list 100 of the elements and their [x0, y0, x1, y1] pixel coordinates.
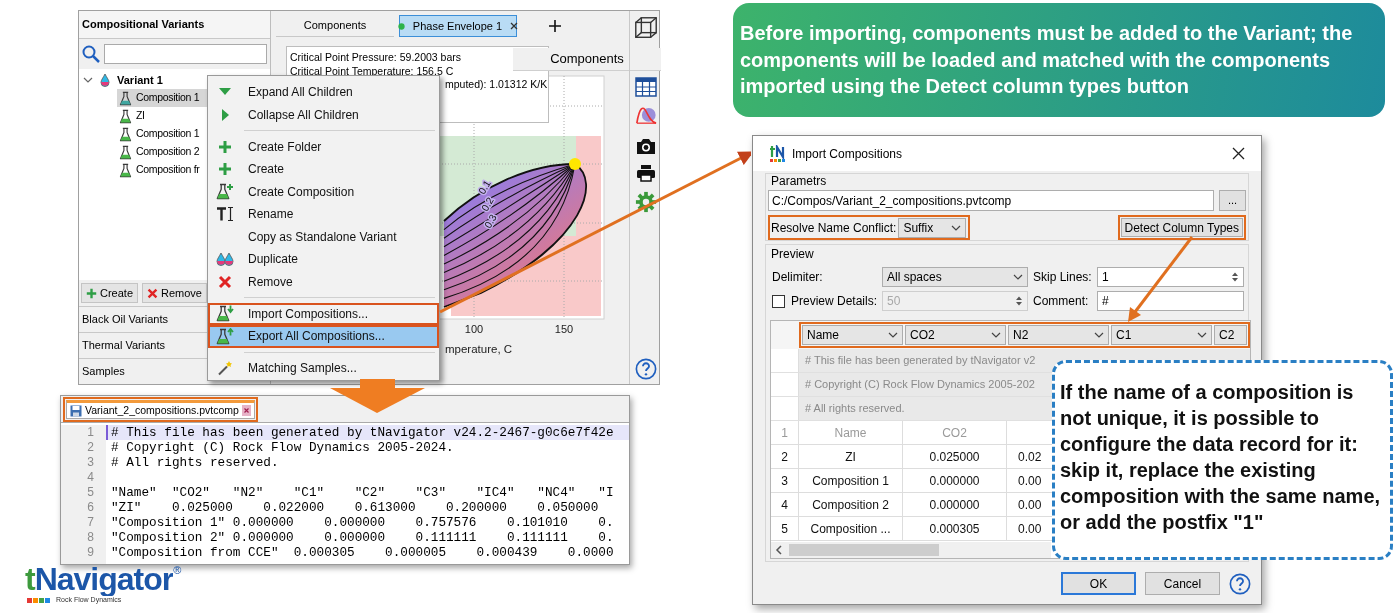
- field-label: Skip Lines:: [1032, 269, 1093, 286]
- code-line: "ZI" 0.025000 0.022000 0.613000 0.200000 0.050000: [110, 500, 600, 515]
- line-number: 6: [61, 500, 106, 515]
- search-icon: [82, 45, 100, 63]
- info-text: mputed): 1.01312 K/K: [445, 78, 548, 92]
- plus-icon: [218, 139, 232, 154]
- contour-label: 0.3: [482, 212, 499, 230]
- line-number: 9: [61, 545, 106, 560]
- column-type-select[interactable]: N2: [1008, 325, 1109, 345]
- color-squares-icon: [27, 597, 51, 603]
- comment-field[interactable]: #: [1097, 291, 1244, 311]
- close-icon: [241, 405, 251, 416]
- dropdown[interactable]: Suffix: [898, 217, 967, 238]
- menu-item[interactable]: Expand All Children: [208, 81, 439, 104]
- callout-banner: Before importing, components must be added to the Variant; the components will be loaded and matched with the components imported using the Detect column types button: [733, 3, 1385, 117]
- dialog-button[interactable]: OK: [1061, 572, 1136, 595]
- line-number: 3: [61, 455, 106, 470]
- table-cell: CO2: [903, 421, 1007, 444]
- line-number: 4: [61, 470, 106, 485]
- scrollbar-thumb[interactable]: [789, 544, 939, 556]
- tree-item[interactable]: Composition 2: [117, 143, 207, 161]
- code-line: # All rights reserved.: [110, 455, 280, 470]
- menu-item[interactable]: Create Composition: [208, 180, 439, 203]
- search-field[interactable]: [104, 44, 267, 64]
- tick-label: 150: [554, 323, 574, 335]
- tree-item[interactable]: Composition fr: [117, 161, 207, 179]
- caret-icon: [951, 224, 962, 231]
- row-number: 3: [771, 469, 799, 492]
- table-icon: [635, 77, 657, 97]
- panel-button[interactable]: Create: [81, 283, 139, 303]
- code-line: "Composition 1" 0.000000 0.000000 0.757576 0.101010 0.: [110, 515, 615, 530]
- flask-arrow-icon: [216, 305, 234, 323]
- menu-item[interactable]: Remove: [208, 270, 439, 293]
- printer-icon: [636, 164, 656, 182]
- checkbox-label: Preview Details:: [791, 293, 878, 310]
- menu-item[interactable]: Import Compositions...: [208, 302, 439, 325]
- code-line: # Copyright (C) Rock Flow Dynamics 2005-2024.: [110, 440, 455, 455]
- scrollbar[interactable]: [771, 542, 1051, 558]
- column-type-select[interactable]: C1: [1111, 325, 1212, 345]
- panel-button[interactable]: Remove: [142, 283, 207, 303]
- floppy-icon: [70, 404, 82, 417]
- dialog-title: Import Compositions: [792, 145, 904, 163]
- menu-item[interactable]: Export All Compositions...: [208, 325, 439, 348]
- drop-icon: [99, 73, 111, 87]
- file-tab[interactable]: Variant_2_compositions.pvtcomp: [66, 400, 255, 419]
- menu-item[interactable]: Duplicate: [208, 248, 439, 271]
- flask-plus-icon: [216, 183, 234, 201]
- contour-label: 0.2: [479, 195, 496, 213]
- menu-item[interactable]: Create: [208, 158, 439, 181]
- file-path-field[interactable]: C:/Compos/Variant_2_compositions.pvtcomp: [768, 190, 1214, 211]
- dialog-button[interactable]: Cancel: [1145, 572, 1220, 595]
- spin-arrows-icon: [1231, 271, 1239, 283]
- column-type-select[interactable]: C2: [1214, 325, 1247, 345]
- tree-item[interactable]: Composition 1: [117, 125, 207, 143]
- code-line: "Composition 2" 0.000000 0.000000 0.111111 0.111111 0.: [110, 530, 615, 545]
- flask-icon: [119, 162, 132, 178]
- menu-item[interactable]: Collapse All Children: [208, 103, 439, 126]
- detect-button[interactable]: Detect Column Types: [1120, 218, 1243, 237]
- table-cell: ZI: [799, 445, 903, 468]
- number-field[interactable]: 1: [1097, 267, 1244, 287]
- cross-icon: [218, 274, 232, 289]
- row-number: 1: [771, 421, 799, 444]
- menu-item[interactable]: Rename: [208, 203, 439, 226]
- row-number: 2: [771, 445, 799, 468]
- dropdown[interactable]: All spaces: [882, 267, 1028, 287]
- critical-point-marker: [569, 158, 581, 170]
- line-number: 1: [61, 425, 106, 440]
- axis-label: mperature, C: [445, 343, 513, 355]
- menu-item[interactable]: Copy as Standalone Variant: [208, 225, 439, 248]
- text-cursor-icon: [216, 206, 234, 223]
- table-cell: Composition ...: [799, 517, 903, 540]
- tab[interactable]: Phase Envelope 1: [399, 15, 517, 37]
- plus-icon: [218, 162, 232, 177]
- callout-note: If the name of a composition is not unique, it is possible to configure the data record for it: skip it, replace the existing composition with the same name, or add the postfix "1": [1052, 360, 1393, 560]
- tree-item[interactable]: Variant 1: [117, 71, 163, 89]
- drops-icon: [215, 251, 235, 268]
- caret-icon: [1013, 274, 1023, 280]
- panel-header: Components: [513, 48, 661, 71]
- line-number: 8: [61, 530, 106, 545]
- field-label: Resolve Name Conflict:: [771, 219, 897, 237]
- cube-icon: [633, 15, 659, 41]
- row-number: 5: [771, 517, 799, 540]
- column-type-select[interactable]: CO2: [905, 325, 1006, 345]
- table-cell: Composition 2: [799, 493, 903, 516]
- column-type-select[interactable]: Name: [802, 325, 903, 345]
- flask-icon: [119, 90, 132, 106]
- tree-item[interactable]: Composition 1: [117, 89, 207, 107]
- menu-item[interactable]: Create Folder: [208, 135, 439, 158]
- tree-item[interactable]: ZI: [117, 107, 207, 125]
- table-cell: 0.025000: [903, 445, 1007, 468]
- flask-icon: [119, 144, 132, 160]
- close-icon: [1232, 147, 1245, 160]
- group-label: Preview: [771, 247, 815, 261]
- table-cell: 0.000000: [903, 493, 1007, 516]
- caret-icon: [1094, 332, 1104, 338]
- plus-icon: [86, 287, 97, 299]
- line-number: 5: [61, 485, 106, 500]
- browse-button[interactable]: ...: [1219, 190, 1246, 211]
- row-number: 4: [771, 493, 799, 516]
- checkbox[interactable]: [772, 294, 785, 308]
